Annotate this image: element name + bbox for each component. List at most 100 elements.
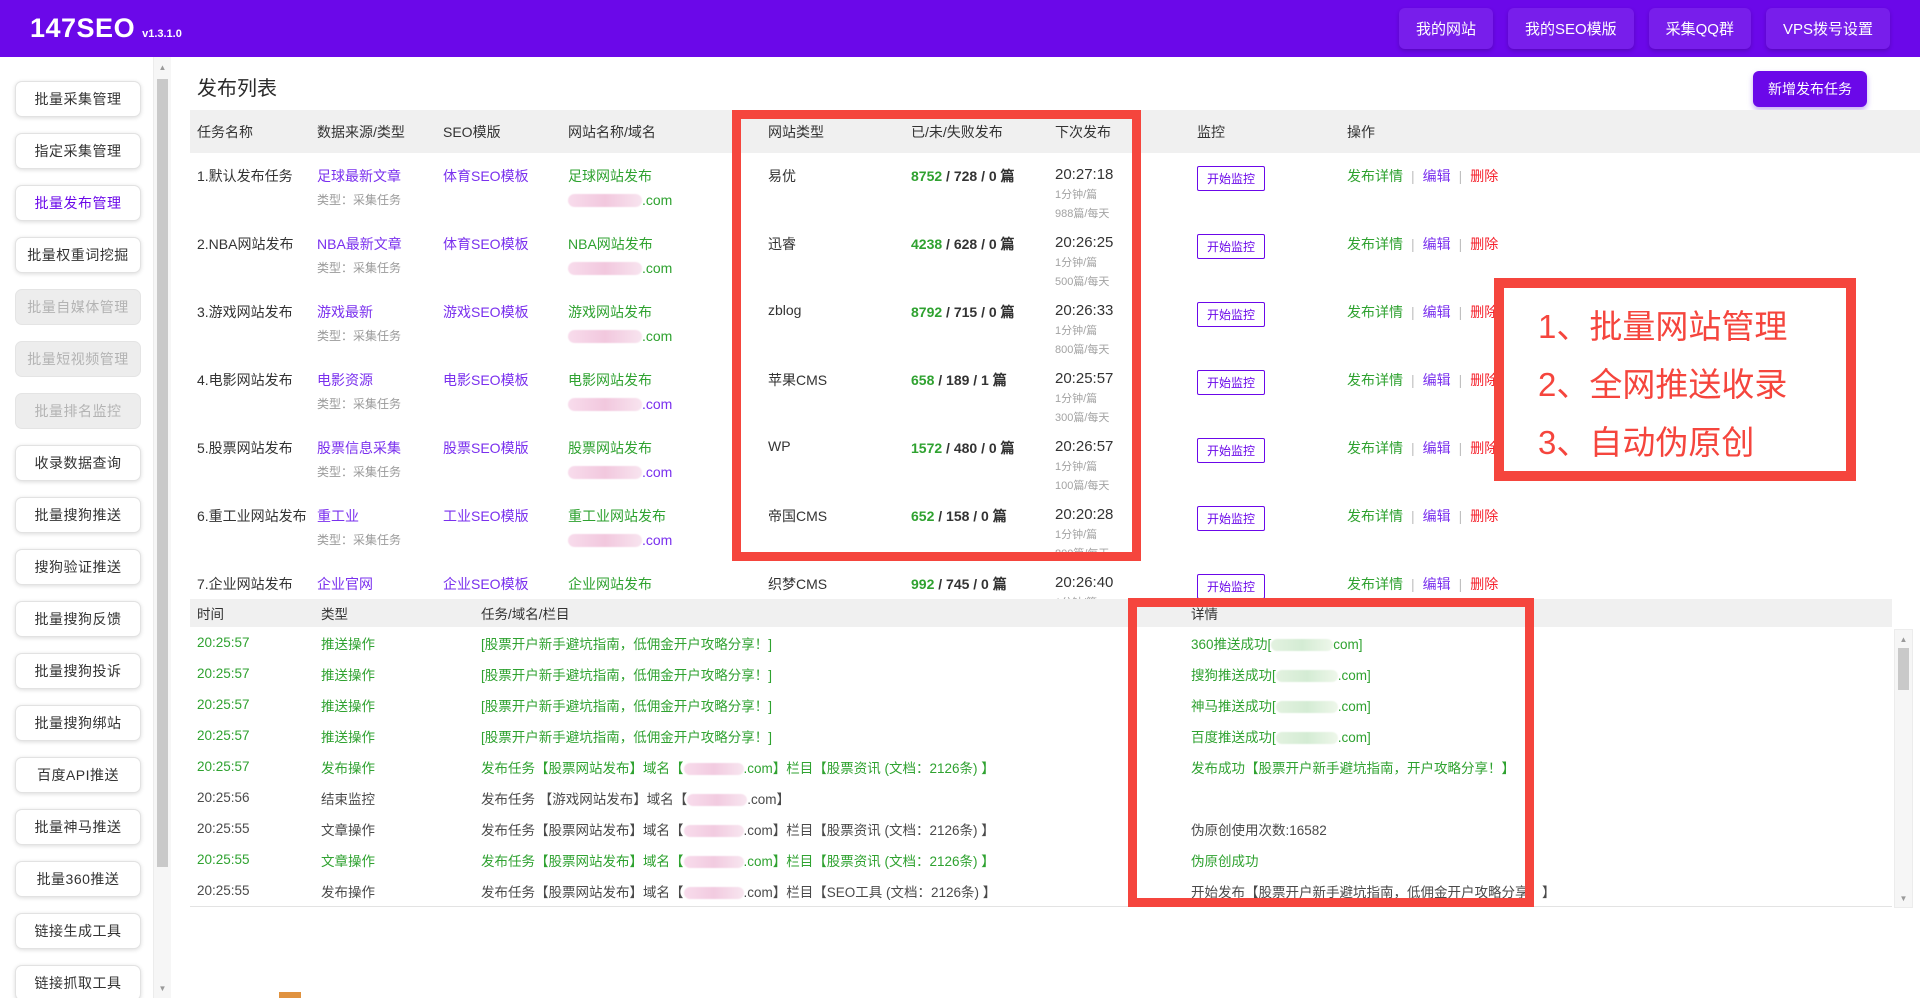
source-link[interactable]: 足球最新文章 bbox=[317, 166, 443, 186]
log-type: 发布操作 bbox=[321, 757, 481, 777]
log-detail: 发布成功【股票开户新手避坑指南，开户攻略分享！】 bbox=[1191, 757, 1892, 777]
sidebar-item[interactable]: 批量自媒体管理 bbox=[15, 289, 141, 325]
delete-link[interactable]: 删除 bbox=[1470, 508, 1498, 524]
log-row: 20:25:56 结束监控 发布任务 【游戏网站发布】域名【.com】 bbox=[190, 782, 1892, 813]
sidebar-item[interactable]: 批量发布管理 bbox=[15, 185, 141, 221]
add-publish-task-button[interactable]: 新增发布任务 bbox=[1753, 71, 1867, 107]
sidebar-item[interactable]: 指定采集管理 bbox=[15, 133, 141, 169]
publish-detail-link[interactable]: 发布详情 bbox=[1347, 508, 1403, 524]
top-nav-button[interactable]: 采集QQ群 bbox=[1649, 8, 1751, 49]
sidebar-item[interactable]: 链接抓取工具 bbox=[15, 965, 141, 998]
sidebar-scroll-thumb[interactable] bbox=[157, 79, 168, 867]
scroll-down-icon[interactable]: ▼ bbox=[1895, 890, 1912, 906]
publish-detail-link[interactable]: 发布详情 bbox=[1347, 440, 1403, 456]
source-type-label: 类型：采集任务 bbox=[317, 259, 443, 276]
source-link[interactable]: 电影资源 bbox=[317, 370, 443, 390]
edit-link[interactable]: 编辑 bbox=[1423, 576, 1451, 592]
delete-link[interactable]: 删除 bbox=[1470, 168, 1498, 184]
edit-link[interactable]: 编辑 bbox=[1423, 372, 1451, 388]
seo-template-link[interactable]: 工业SEO模版 bbox=[443, 508, 529, 524]
scroll-down-icon[interactable]: ▼ bbox=[154, 980, 171, 996]
daily-note: 300篇/每天 bbox=[1055, 409, 1197, 425]
top-nav-button[interactable]: VPS拨号设置 bbox=[1766, 8, 1890, 49]
rate-note: 1分钟/篇 bbox=[1055, 186, 1197, 202]
seo-template-link[interactable]: 体育SEO模板 bbox=[443, 168, 529, 184]
edit-link[interactable]: 编辑 bbox=[1423, 440, 1451, 456]
seo-template-link[interactable]: 电影SEO模板 bbox=[443, 372, 529, 388]
column-header: 详情 bbox=[1191, 603, 1892, 623]
delete-link[interactable]: 删除 bbox=[1470, 236, 1498, 252]
sidebar-item[interactable]: 收录数据查询 bbox=[15, 445, 141, 481]
column-header: 任务名称 bbox=[197, 122, 317, 142]
start-monitor-button[interactable]: 开始监控 bbox=[1197, 302, 1265, 327]
seo-template-link[interactable]: 企业SEO模板 bbox=[443, 576, 529, 592]
source-link[interactable]: 企业官网 bbox=[317, 574, 443, 594]
sidebar-item[interactable]: 批量排名监控 bbox=[15, 393, 141, 429]
scroll-up-icon[interactable]: ▲ bbox=[154, 59, 171, 75]
blurred-domain bbox=[684, 856, 744, 868]
start-monitor-button[interactable]: 开始监控 bbox=[1197, 506, 1265, 531]
edit-link[interactable]: 编辑 bbox=[1423, 508, 1451, 524]
source-type-label: 类型：采集任务 bbox=[317, 395, 443, 412]
site-domain: .com bbox=[568, 396, 768, 412]
publish-detail-link[interactable]: 发布详情 bbox=[1347, 576, 1403, 592]
page-title: 发布列表 bbox=[197, 72, 277, 101]
seo-template-link[interactable]: 股票SEO模版 bbox=[443, 440, 529, 456]
sidebar-item[interactable]: 批量采集管理 bbox=[15, 81, 141, 117]
top-nav-button[interactable]: 我的SEO模版 bbox=[1508, 8, 1634, 49]
top-nav-button[interactable]: 我的网站 bbox=[1399, 8, 1493, 49]
site-name-link[interactable]: 游戏网站发布 bbox=[568, 302, 768, 322]
brand: 147SEO v1.3.1.0 bbox=[30, 13, 182, 44]
publish-detail-link[interactable]: 发布详情 bbox=[1347, 168, 1403, 184]
delete-link[interactable]: 删除 bbox=[1470, 576, 1498, 592]
source-link[interactable]: 重工业 bbox=[317, 506, 443, 526]
start-monitor-button[interactable]: 开始监控 bbox=[1197, 166, 1265, 191]
log-scrollbar[interactable]: ▲ ▼ bbox=[1894, 629, 1913, 908]
site-name-link[interactable]: 企业网站发布 bbox=[568, 574, 768, 594]
task-name: 1.默认发布任务 bbox=[197, 166, 317, 221]
source-link[interactable]: 游戏最新 bbox=[317, 302, 443, 322]
sidebar-scrollbar[interactable]: ▲ ▼ bbox=[153, 57, 171, 998]
pending-failed-count: / 480 / 0 篇 bbox=[942, 440, 1014, 456]
log-type: 文章操作 bbox=[321, 850, 481, 870]
sidebar-item[interactable]: 搜狗验证推送 bbox=[15, 549, 141, 585]
column-header: 已/未/失败发布 bbox=[911, 122, 1055, 142]
sidebar-item[interactable]: 批量搜狗投诉 bbox=[15, 653, 141, 689]
sidebar-item[interactable]: 批量权重词挖掘 bbox=[15, 237, 141, 273]
separator: | bbox=[1411, 576, 1415, 592]
site-name-link[interactable]: 股票网站发布 bbox=[568, 438, 768, 458]
source-link[interactable]: 股票信息采集 bbox=[317, 438, 443, 458]
rate-note: 1分钟/篇 bbox=[1055, 322, 1197, 338]
sidebar-item[interactable]: 批量搜狗绑站 bbox=[15, 705, 141, 741]
separator: | bbox=[1411, 236, 1415, 252]
sidebar-item[interactable]: 百度API推送 bbox=[15, 757, 141, 793]
start-monitor-button[interactable]: 开始监控 bbox=[1197, 234, 1265, 259]
log-row: 20:25:57 推送操作 [股票开户新手避坑指南，低佣金开户攻略分享！] 神马… bbox=[190, 689, 1892, 720]
edit-link[interactable]: 编辑 bbox=[1423, 236, 1451, 252]
separator: | bbox=[1411, 440, 1415, 456]
scroll-up-icon[interactable]: ▲ bbox=[1895, 631, 1912, 647]
site-name-link[interactable]: 足球网站发布 bbox=[568, 166, 768, 186]
edit-link[interactable]: 编辑 bbox=[1423, 304, 1451, 320]
log-scroll-thumb[interactable] bbox=[1898, 648, 1909, 690]
start-monitor-button[interactable]: 开始监控 bbox=[1197, 370, 1265, 395]
site-name-link[interactable]: 电影网站发布 bbox=[568, 370, 768, 390]
seo-template-link[interactable]: 体育SEO模板 bbox=[443, 236, 529, 252]
source-link[interactable]: NBA最新文章 bbox=[317, 234, 443, 254]
publish-detail-link[interactable]: 发布详情 bbox=[1347, 372, 1403, 388]
publish-detail-link[interactable]: 发布详情 bbox=[1347, 236, 1403, 252]
log-task: 发布任务【股票网站发布】域名【.com】栏目【SEO工具 (文档：2126条) … bbox=[481, 881, 1191, 901]
sidebar-item[interactable]: 批量短视频管理 bbox=[15, 341, 141, 377]
start-monitor-button[interactable]: 开始监控 bbox=[1197, 574, 1265, 599]
start-monitor-button[interactable]: 开始监控 bbox=[1197, 438, 1265, 463]
site-name-link[interactable]: 重工业网站发布 bbox=[568, 506, 768, 526]
site-name-link[interactable]: NBA网站发布 bbox=[568, 234, 768, 254]
seo-template-link[interactable]: 游戏SEO模板 bbox=[443, 304, 529, 320]
sidebar-item[interactable]: 批量360推送 bbox=[15, 861, 141, 897]
edit-link[interactable]: 编辑 bbox=[1423, 168, 1451, 184]
sidebar-item[interactable]: 批量神马推送 bbox=[15, 809, 141, 845]
publish-detail-link[interactable]: 发布详情 bbox=[1347, 304, 1403, 320]
sidebar-item[interactable]: 批量搜狗推送 bbox=[15, 497, 141, 533]
sidebar-item[interactable]: 链接生成工具 bbox=[15, 913, 141, 949]
sidebar-item[interactable]: 批量搜狗反馈 bbox=[15, 601, 141, 637]
